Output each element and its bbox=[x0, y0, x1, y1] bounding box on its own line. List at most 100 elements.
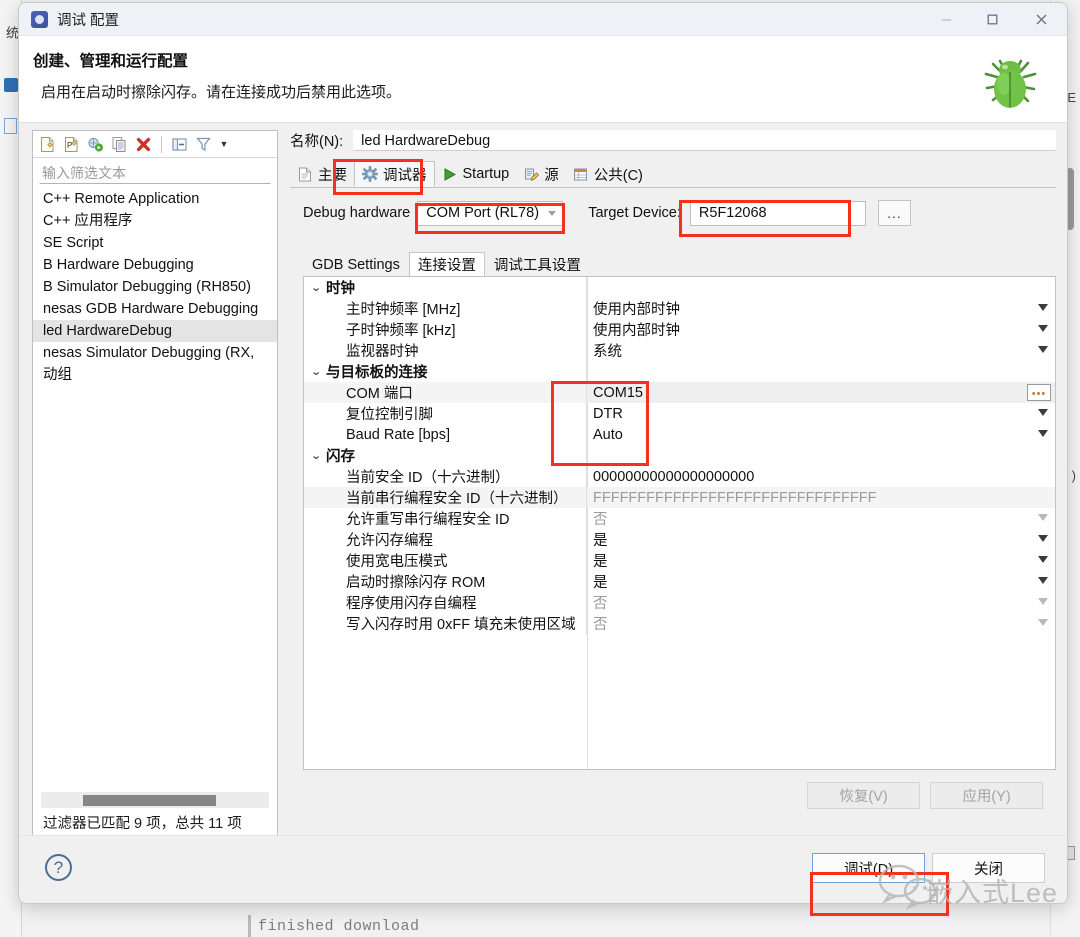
name-input[interactable]: led HardwareDebug bbox=[353, 130, 1056, 151]
table-row-allow-flash-programming[interactable]: 允许闪存编程 是 bbox=[304, 529, 1055, 550]
table-row-erase-flash-rom-on-start[interactable]: 启动时擦除闪存 ROM 是 bbox=[304, 571, 1055, 592]
configuration-name-row: 名称(N): led HardwareDebug bbox=[290, 130, 1056, 151]
chevron-down-icon: ⌄ bbox=[310, 366, 322, 378]
list-horizontal-scrollbar[interactable] bbox=[41, 792, 269, 808]
list-item[interactable]: C++ 应用程序 bbox=[33, 210, 277, 232]
name-label: 名称(N): bbox=[290, 134, 344, 150]
row-browse-button[interactable]: ••• bbox=[1027, 384, 1051, 401]
group-value-flash bbox=[587, 445, 1055, 466]
list-item[interactable]: nesas GDB Hardware Debugging bbox=[33, 298, 277, 320]
table-row-serial-programming-security-id[interactable]: 当前串行编程安全 ID（十六进制） FFFFFFFFFFFFFFFFFFFFFF… bbox=[304, 487, 1055, 508]
tab-common[interactable]: 公共(C) bbox=[566, 161, 650, 187]
subtab-gdb-settings[interactable]: GDB Settings bbox=[303, 252, 409, 276]
duplicate-icon[interactable] bbox=[109, 134, 130, 155]
revert-button[interactable]: 恢复(V) bbox=[807, 782, 920, 809]
apply-button[interactable]: 应用(Y) bbox=[930, 782, 1043, 809]
subtab-connection-settings[interactable]: 连接设置 bbox=[408, 252, 485, 276]
dropdown-arrow-icon[interactable] bbox=[1038, 619, 1048, 626]
dropdown-arrow-icon[interactable] bbox=[1038, 409, 1048, 416]
dropdown-arrow-icon[interactable] bbox=[1038, 598, 1048, 605]
green-bug-icon bbox=[973, 44, 1047, 118]
list-item-selected[interactable]: led HardwareDebug bbox=[33, 320, 277, 342]
row-value[interactable]: 是 bbox=[587, 571, 1055, 592]
table-row-main-clock[interactable]: 主时钟频率 [MHz] 使用内部时钟 bbox=[304, 298, 1055, 319]
ide-right-char-e: E bbox=[1067, 90, 1076, 105]
export-icon[interactable] bbox=[85, 134, 106, 155]
maximize-icon[interactable] bbox=[969, 3, 1015, 36]
tab-strip: 主要 调试器 Startup 源 公共(C) bbox=[290, 161, 1056, 188]
row-value[interactable]: 00000000000000000000 bbox=[587, 466, 1055, 487]
table-row-monitor-clock[interactable]: 监视器时钟 系统 bbox=[304, 340, 1055, 361]
dropdown-arrow-icon[interactable] bbox=[1038, 556, 1048, 563]
table-row-group-flash[interactable]: ⌄ 闪存 bbox=[304, 445, 1055, 466]
list-item[interactable]: 动组 bbox=[33, 364, 277, 386]
new-prototype-icon[interactable]: P bbox=[61, 134, 82, 155]
row-value[interactable]: 使用内部时钟 bbox=[587, 319, 1055, 340]
debug-hardware-combo[interactable]: COM Port (RL78) bbox=[417, 200, 564, 226]
debug-button[interactable]: 调试(D) bbox=[812, 853, 925, 883]
footer-button-row: 调试(D) 关闭 bbox=[812, 853, 1045, 883]
list-item[interactable]: C++ Remote Application bbox=[33, 188, 277, 210]
configurations-list[interactable]: C++ Remote Application C++ 应用程序 SE Scrip… bbox=[33, 184, 277, 792]
row-label: 允许闪存编程 bbox=[304, 529, 587, 550]
filter-input[interactable]: 输入筛选文本 bbox=[39, 162, 271, 184]
row-value[interactable]: Auto bbox=[587, 424, 1055, 445]
tab-debugger[interactable]: 调试器 bbox=[354, 161, 435, 187]
row-value[interactable]: 否 bbox=[587, 508, 1055, 529]
row-value[interactable]: COM15 bbox=[587, 382, 1055, 403]
list-item[interactable]: B Hardware Debugging bbox=[33, 254, 277, 276]
table-row-wide-voltage-mode[interactable]: 使用宽电压模式 是 bbox=[304, 550, 1055, 571]
table-row-reset-control-pin[interactable]: 复位控制引脚 DTR bbox=[304, 403, 1055, 424]
close-button[interactable]: 关闭 bbox=[932, 853, 1045, 883]
table-row-current-security-id[interactable]: 当前安全 ID（十六进制） 00000000000000000000 bbox=[304, 466, 1055, 487]
filter-icon[interactable] bbox=[193, 134, 214, 155]
tab-main[interactable]: 主要 bbox=[290, 161, 354, 187]
dropdown-arrow-icon[interactable] bbox=[1038, 514, 1048, 521]
row-label: 当前串行编程安全 ID（十六进制） bbox=[304, 487, 587, 508]
table-row-program-uses-flash-self-programming[interactable]: 程序使用闪存自编程 否 bbox=[304, 592, 1055, 613]
target-device-browse-button[interactable]: ... bbox=[877, 200, 911, 226]
dropdown-arrow-icon[interactable] bbox=[1038, 346, 1048, 353]
connection-settings-table[interactable]: ⌄ 时钟 主时钟频率 [MHz] 使用内部时钟 子时钟频率 [kHz] 使用内部时… bbox=[303, 276, 1056, 770]
subtab-debug-tool-settings[interactable]: 调试工具设置 bbox=[485, 252, 590, 276]
table-row-group-target-connection[interactable]: ⌄ 与目标板的连接 bbox=[304, 361, 1055, 382]
table-row-allow-overwrite-security-id[interactable]: 允许重写串行编程安全 ID 否 bbox=[304, 508, 1055, 529]
table-row-fill-unused-area-with-ff[interactable]: 写入闪存时用 0xFF 填充未使用区域 否 bbox=[304, 613, 1055, 634]
row-value[interactable]: DTR bbox=[587, 403, 1055, 424]
table-row-baud-rate[interactable]: Baud Rate [bps] Auto bbox=[304, 424, 1055, 445]
delete-icon[interactable] bbox=[133, 134, 154, 155]
row-value[interactable]: 使用内部时钟 bbox=[587, 298, 1055, 319]
row-value[interactable]: 否 bbox=[587, 592, 1055, 613]
collapse-all-icon[interactable] bbox=[169, 134, 190, 155]
dropdown-arrow-icon[interactable] bbox=[1038, 577, 1048, 584]
table-row-com-port[interactable]: COM 端口 COM15 ••• bbox=[304, 382, 1055, 403]
table-row-sub-clock[interactable]: 子时钟频率 [kHz] 使用内部时钟 bbox=[304, 319, 1055, 340]
help-icon[interactable]: ? bbox=[45, 854, 72, 881]
row-label: 允许重写串行编程安全 ID bbox=[304, 508, 587, 529]
list-item[interactable]: nesas Simulator Debugging (RX, bbox=[33, 342, 277, 364]
dropdown-arrow-icon[interactable] bbox=[1038, 535, 1048, 542]
row-value[interactable]: 是 bbox=[587, 529, 1055, 550]
row-value[interactable]: 否 bbox=[587, 613, 1055, 634]
target-device-input[interactable]: R5F12068 bbox=[689, 200, 866, 226]
chevron-down-icon: ⌄ bbox=[310, 450, 322, 462]
close-icon[interactable] bbox=[1015, 3, 1067, 36]
tab-startup[interactable]: Startup bbox=[435, 161, 517, 187]
editor-button-row: 恢复(V) 应用(Y) bbox=[807, 782, 1043, 809]
table-row-group-clock[interactable]: ⌄ 时钟 bbox=[304, 277, 1055, 298]
list-item[interactable]: B Simulator Debugging (RH850) bbox=[33, 276, 277, 298]
scrollbar-thumb[interactable] bbox=[83, 795, 216, 806]
list-item[interactable]: SE Script bbox=[33, 232, 277, 254]
ide-right-char-paren: ) bbox=[1071, 468, 1076, 483]
view-menu-arrow-icon[interactable]: ▼ bbox=[217, 139, 231, 149]
dropdown-arrow-icon[interactable] bbox=[1038, 304, 1048, 311]
row-value[interactable]: 系统 bbox=[587, 340, 1055, 361]
dropdown-arrow-icon[interactable] bbox=[1038, 325, 1048, 332]
new-launch-configuration-icon[interactable] bbox=[37, 134, 58, 155]
tab-source[interactable]: 源 bbox=[516, 161, 566, 187]
dropdown-arrow-icon[interactable] bbox=[1038, 430, 1048, 437]
title-bar: 调试 配置 bbox=[19, 3, 1067, 36]
row-value[interactable]: 是 bbox=[587, 550, 1055, 571]
minimize-icon[interactable] bbox=[923, 3, 969, 36]
row-value[interactable]: FFFFFFFFFFFFFFFFFFFFFFFFFFFFFFFF bbox=[587, 487, 1055, 508]
